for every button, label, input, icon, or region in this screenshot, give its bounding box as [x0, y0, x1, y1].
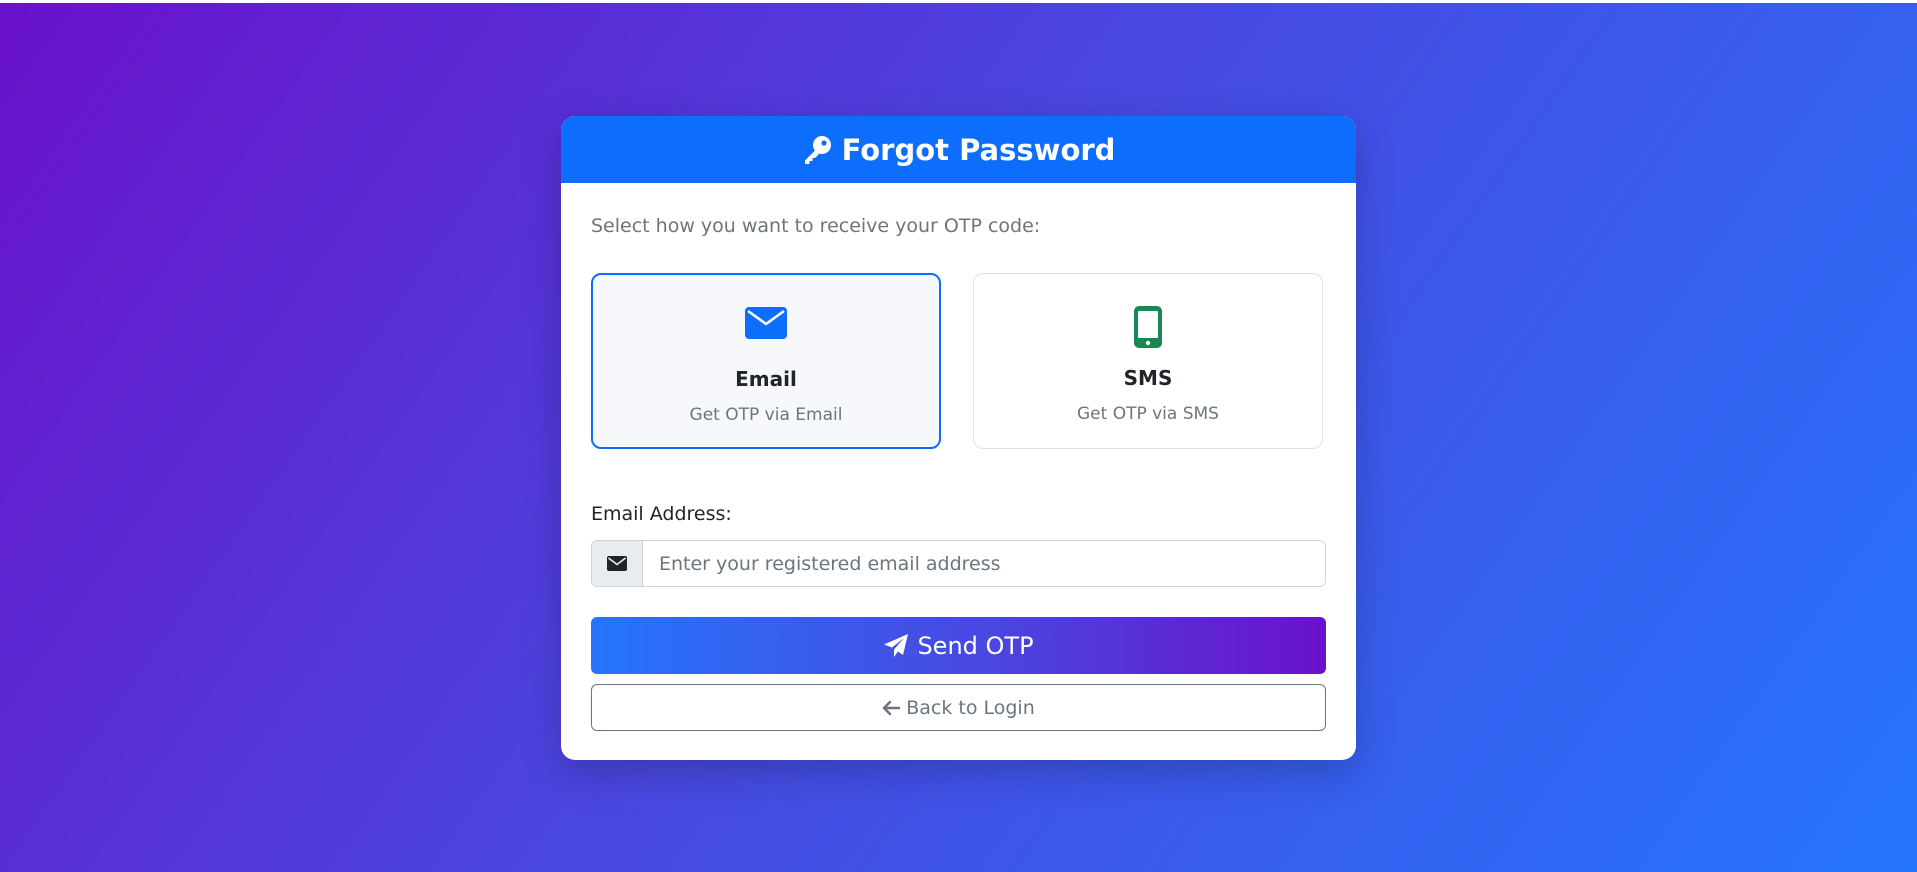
- arrow-left-icon: [882, 700, 901, 716]
- send-otp-label: Send OTP: [917, 631, 1034, 660]
- email-input-group: [591, 540, 1326, 587]
- forgot-password-card: Forgot Password Select how you want to r…: [561, 116, 1356, 760]
- email-field-label: Email Address:: [591, 503, 732, 525]
- envelope-icon: [592, 541, 643, 586]
- method-title: Email: [735, 367, 797, 391]
- paper-plane-icon: [883, 633, 909, 659]
- method-title: SMS: [1123, 366, 1173, 390]
- card-header: Forgot Password: [561, 116, 1356, 183]
- method-option-sms[interactable]: SMS Get OTP via SMS: [973, 273, 1323, 449]
- email-input[interactable]: [643, 541, 1325, 586]
- envelope-icon: [593, 307, 939, 349]
- method-option-email[interactable]: Email Get OTP via Email: [591, 273, 941, 449]
- key-icon: [802, 134, 834, 166]
- method-description: Get OTP via Email: [689, 405, 843, 425]
- page-title: Forgot Password: [841, 132, 1116, 167]
- back-to-login-label: Back to Login: [906, 696, 1035, 719]
- mobile-icon: [974, 306, 1322, 348]
- back-to-login-button[interactable]: Back to Login: [591, 684, 1326, 731]
- send-otp-button[interactable]: Send OTP: [591, 617, 1326, 674]
- intro-text: Select how you want to receive your OTP …: [591, 215, 1041, 237]
- method-description: Get OTP via SMS: [1077, 404, 1219, 424]
